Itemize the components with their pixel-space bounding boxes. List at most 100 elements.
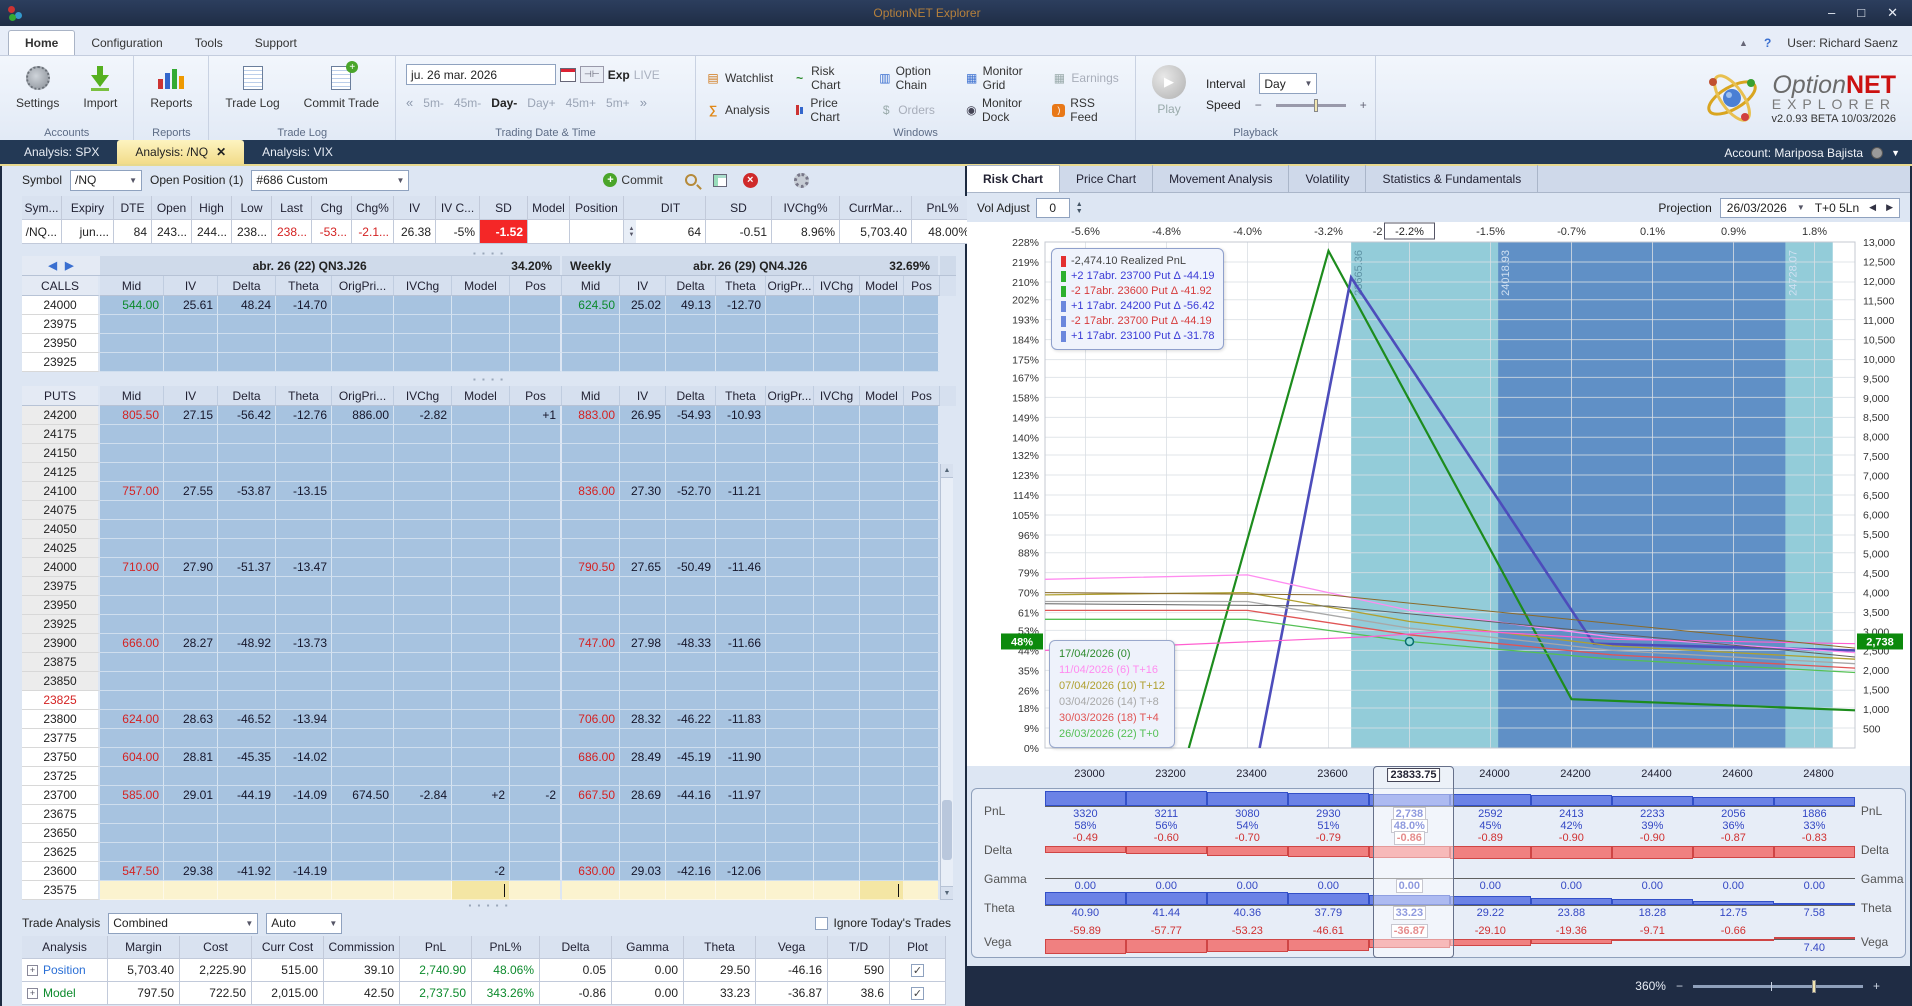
chain-cell[interactable] (100, 539, 164, 558)
chain-cell[interactable] (860, 691, 904, 710)
chain-cell[interactable] (218, 805, 276, 824)
chain-cell[interactable] (394, 577, 452, 596)
projection-date-select[interactable]: 26/03/2026 ▼ T+0 5Ln ◀ ▶ (1719, 197, 1900, 218)
chain-cell[interactable] (164, 444, 218, 463)
chain-cell[interactable]: -46.52 (218, 710, 276, 729)
quote-cell[interactable] (570, 220, 624, 244)
tab-analysis-spx[interactable]: Analysis: SPX (6, 140, 117, 164)
chain-cell[interactable] (100, 353, 164, 372)
chain-cell[interactable] (100, 315, 164, 334)
chain-cell[interactable]: -46.22 (666, 710, 716, 729)
chain-cell[interactable] (100, 520, 164, 539)
chain-cell[interactable] (716, 615, 766, 634)
chain-cell[interactable] (510, 691, 562, 710)
tab-analysis-nq[interactable]: Analysis: /NQ ✕ (117, 140, 245, 164)
chain-cell[interactable] (562, 729, 620, 748)
step-5m+[interactable]: 5m+ (606, 96, 630, 110)
chain-cell[interactable] (218, 444, 276, 463)
chain-cell[interactable] (332, 843, 394, 862)
chain-cell[interactable] (666, 824, 716, 843)
chain-cell[interactable] (218, 334, 276, 353)
close-button[interactable]: ✕ (1887, 5, 1898, 21)
chain-cell[interactable]: 757.00 (100, 482, 164, 501)
chain-cell[interactable]: 27.55 (164, 482, 218, 501)
chain-cell[interactable] (218, 315, 276, 334)
quote-header[interactable]: DTE (114, 196, 152, 220)
chain-cell[interactable] (766, 425, 814, 444)
chain-cell[interactable] (666, 767, 716, 786)
chain-cell[interactable] (766, 805, 814, 824)
chain-cell[interactable] (562, 596, 620, 615)
chain-cell[interactable] (394, 520, 452, 539)
chain-cell[interactable] (100, 843, 164, 862)
column-header[interactable]: IVChg (394, 276, 452, 296)
minimize-button[interactable]: – (1828, 5, 1835, 21)
chain-cell[interactable] (716, 353, 766, 372)
chain-cell[interactable] (276, 881, 332, 900)
chain-cell[interactable]: -56.42 (218, 406, 276, 425)
chain-cell[interactable] (394, 862, 452, 881)
chain-cell[interactable] (814, 463, 860, 482)
strike-label[interactable]: 24000 (22, 558, 100, 577)
chain-cell[interactable] (164, 881, 218, 900)
chain-cell[interactable] (510, 615, 562, 634)
symbol-select[interactable]: /NQ ▼ (70, 169, 143, 191)
chain-cell[interactable] (164, 577, 218, 596)
risk-graph[interactable]: 23665.36 24018.93 24728.07 -5.6% -4.8% -4.0% -… (967, 222, 1910, 766)
chain-cell[interactable]: 28.27 (164, 634, 218, 653)
chain-cell[interactable] (510, 805, 562, 824)
chain-cell[interactable] (394, 710, 452, 729)
reports-button[interactable]: Reports (144, 60, 198, 113)
quote-header[interactable]: IV C... (436, 196, 480, 220)
chain-cell[interactable] (394, 748, 452, 767)
quote-cell[interactable]: 8.96% (772, 220, 840, 244)
chain-cell[interactable] (766, 653, 814, 672)
chain-cell[interactable]: +1 (510, 406, 562, 425)
chain-cell[interactable] (716, 767, 766, 786)
chain-cell[interactable]: 29.03 (620, 862, 666, 881)
collapse-ribbon-icon[interactable]: ▲ (1739, 38, 1748, 48)
strike-label[interactable]: 24100 (22, 482, 100, 501)
chain-cell[interactable] (452, 748, 510, 767)
analysis-header[interactable]: Curr Cost (252, 936, 324, 959)
chain-cell[interactable] (332, 334, 394, 353)
chain-cell[interactable] (218, 691, 276, 710)
chain-cell[interactable] (510, 653, 562, 672)
speed-slider[interactable] (1275, 98, 1346, 112)
chain-cell[interactable]: 585.00 (100, 786, 164, 805)
chain-cell[interactable] (394, 653, 452, 672)
chain-cell[interactable] (860, 805, 904, 824)
chain-cell[interactable] (452, 653, 510, 672)
chain-cell[interactable] (218, 577, 276, 596)
chain-cell[interactable] (766, 672, 814, 691)
column-header[interactable]: IVChg (394, 386, 452, 406)
chain-cell[interactable] (100, 501, 164, 520)
chain-cell[interactable]: -14.19 (276, 862, 332, 881)
chain-cell[interactable] (394, 767, 452, 786)
chain-cell[interactable] (218, 653, 276, 672)
chain-cell[interactable] (100, 881, 164, 900)
chain-cell[interactable] (332, 881, 394, 900)
chain-cell[interactable]: +2 (452, 786, 510, 805)
chain-cell[interactable] (860, 843, 904, 862)
chain-cell[interactable] (100, 824, 164, 843)
chain-cell[interactable] (394, 463, 452, 482)
chain-cell[interactable] (332, 501, 394, 520)
chain-cell[interactable] (814, 748, 860, 767)
chain-cell[interactable] (218, 353, 276, 372)
chain-cell[interactable]: 27.15 (164, 406, 218, 425)
chain-cell[interactable] (452, 596, 510, 615)
interval-select[interactable]: Day ▼ (1259, 73, 1318, 94)
chain-cell[interactable] (394, 691, 452, 710)
chain-cell[interactable] (904, 539, 940, 558)
chain-cell[interactable] (814, 710, 860, 729)
chain-cell[interactable] (276, 672, 332, 691)
chain-hscrollbar[interactable]: ▪ ▪ ▪ ▪ ▪ (22, 900, 956, 910)
chain-cell[interactable] (510, 862, 562, 881)
analysis-mode-select[interactable]: Combined ▼ (108, 912, 259, 934)
chain-cell[interactable] (814, 334, 860, 353)
chain-cell[interactable]: 49.13 (666, 296, 716, 315)
chain-cell[interactable] (620, 539, 666, 558)
tab-analysis-vix[interactable]: Analysis: VIX (244, 140, 351, 164)
chain-cell[interactable] (814, 444, 860, 463)
